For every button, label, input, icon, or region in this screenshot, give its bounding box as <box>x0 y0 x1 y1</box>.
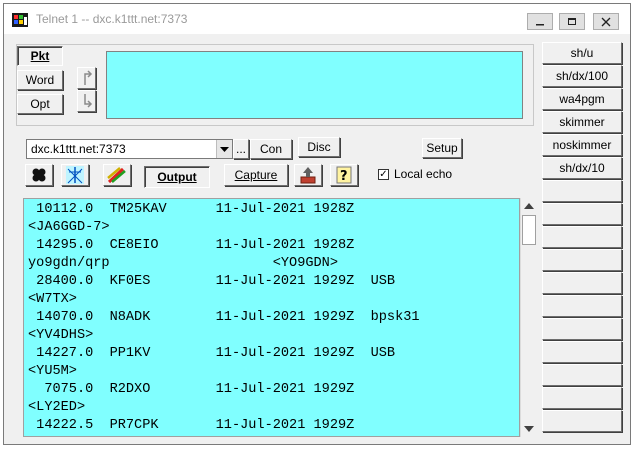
help-button[interactable]: ? <box>330 164 358 186</box>
minimize-icon <box>536 24 544 26</box>
terminal-line: 14295.0 CE8EIO 11-Jul-2021 1928Z <box>28 238 355 253</box>
scroll-up-button[interactable] <box>77 67 96 89</box>
colors-icon <box>107 167 126 184</box>
spots-icon <box>32 168 46 182</box>
local-echo-label: Local echo <box>394 167 453 181</box>
close-icon <box>601 17 611 27</box>
terminal-line: <JA6GGD-7> <box>28 220 110 235</box>
macro-button[interactable] <box>542 318 622 340</box>
scroll-up-arrow-icon[interactable] <box>524 203 534 209</box>
setup-button[interactable]: Setup <box>422 138 462 158</box>
colors-button[interactable] <box>103 164 131 186</box>
pkt-button[interactable]: Pkt <box>17 46 63 66</box>
macro-button[interactable] <box>542 249 622 271</box>
spots-button[interactable] <box>25 164 53 186</box>
terminal-line: 7075.0 R2DXO 11-Jul-2021 1929Z <box>28 382 355 397</box>
scrollbar-thumb[interactable] <box>522 215 536 245</box>
host-combobox[interactable]: dxc.k1ttt.net:7373 <box>26 139 233 159</box>
antenna-icon <box>66 166 84 184</box>
minimize-button[interactable] <box>527 13 553 30</box>
macro-button[interactable]: noskimmer <box>542 134 622 156</box>
output-button[interactable]: Output <box>144 166 210 188</box>
terminal-line: <LY2ED> <box>28 400 86 415</box>
terminal-line: <YV4DHS> <box>28 328 94 343</box>
scroll-down-button[interactable] <box>77 90 96 112</box>
macro-button[interactable]: sh/dx/10 <box>542 157 622 179</box>
window-title: Telnet 1 -- dxc.k1ttt.net:7373 <box>36 12 188 26</box>
terminal-line: 28400.0 KF0ES 11-Jul-2021 1929Z USB <box>28 274 396 289</box>
macro-button[interactable] <box>542 410 622 432</box>
macro-button[interactable] <box>542 295 622 317</box>
svg-text:?: ? <box>340 169 348 184</box>
maximize-icon <box>568 18 576 25</box>
macro-button[interactable]: sh/u <box>542 42 622 64</box>
upload-icon <box>300 167 316 184</box>
macro-button[interactable] <box>542 272 622 294</box>
antenna-button[interactable] <box>61 164 89 186</box>
word-button[interactable]: Word <box>17 70 63 90</box>
upload-button[interactable] <box>294 164 322 186</box>
telnet-window: Telnet 1 -- dxc.k1ttt.net:7373 Pkt Word … <box>3 3 631 445</box>
scroll-down-arrow-icon <box>83 94 92 108</box>
help-icon: ? <box>336 166 352 184</box>
scroll-up-arrow-icon <box>83 70 92 85</box>
macro-button[interactable]: wa4pgm <box>542 88 622 110</box>
connect-button[interactable]: Con <box>250 139 292 159</box>
terminal-line: yo9gdn/qrp <YO9GDN> <box>28 256 338 271</box>
opt-button[interactable]: Opt <box>17 94 63 114</box>
terminal-line: 14227.0 PP1KV 11-Jul-2021 1929Z USB <box>28 346 396 361</box>
app-icon <box>12 13 28 27</box>
terminal-scrollbar[interactable] <box>520 198 537 437</box>
macro-button[interactable] <box>542 226 622 248</box>
title-bar[interactable]: Telnet 1 -- dxc.k1ttt.net:7373 <box>4 4 630 34</box>
terminal-line: <W7TX> <box>28 292 77 307</box>
terminal-output[interactable]: 10112.0 TM25KAV 11-Jul-2021 1928Z <JA6GGD… <box>23 198 520 437</box>
host-value: dxc.k1ttt.net:7373 <box>31 142 126 156</box>
terminal-text: 10112.0 TM25KAV 11-Jul-2021 1928Z <JA6GGD… <box>24 199 519 435</box>
local-echo-checkbox[interactable]: ✓ <box>378 169 389 180</box>
terminal-line: 10112.0 TM25KAV 11-Jul-2021 1928Z <box>28 202 355 217</box>
packet-input-area[interactable] <box>106 51 523 119</box>
maximize-button[interactable] <box>559 13 585 30</box>
macro-button[interactable] <box>542 387 622 409</box>
chevron-down-icon <box>220 147 229 152</box>
terminal-line: <YU5M> <box>28 364 77 379</box>
macro-button[interactable] <box>542 203 622 225</box>
macro-button[interactable]: skimmer <box>542 111 622 133</box>
macro-button[interactable] <box>542 364 622 386</box>
macro-button[interactable] <box>542 341 622 363</box>
scroll-down-arrow-icon[interactable] <box>524 426 534 432</box>
macro-button[interactable]: sh/dx/100 <box>542 65 622 87</box>
disconnect-button[interactable]: Disc <box>298 137 340 157</box>
terminal-line: 14222.5 PR7CPK 11-Jul-2021 1929Z <box>28 418 355 433</box>
terminal-line: 14070.0 N8ADK 11-Jul-2021 1929Z bpsk31 <box>28 310 420 325</box>
host-dropdown-button[interactable] <box>216 140 232 158</box>
browse-button[interactable]: ... <box>233 139 249 159</box>
macro-button[interactable] <box>542 180 622 202</box>
capture-button[interactable]: Capture <box>224 164 288 186</box>
close-button[interactable] <box>593 13 619 30</box>
